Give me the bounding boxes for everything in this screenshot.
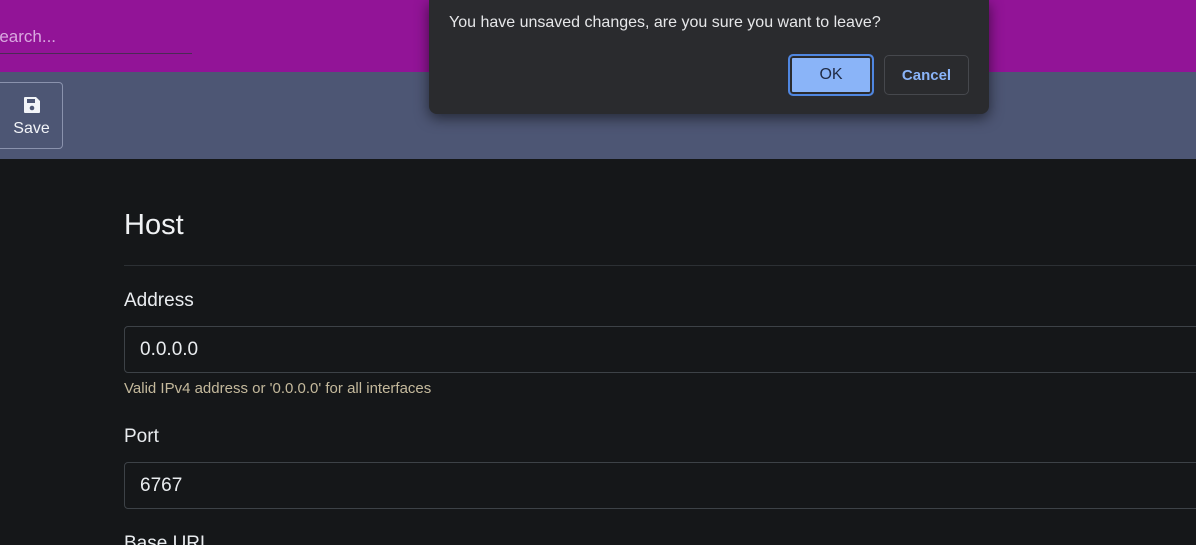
- search-box: [0, 20, 192, 54]
- save-button-label: Save: [13, 119, 50, 137]
- cancel-button[interactable]: Cancel: [884, 55, 969, 95]
- base-url-label: Base URL: [124, 533, 211, 545]
- port-field[interactable]: 6767: [124, 462, 1196, 509]
- ok-button[interactable]: OK: [788, 54, 874, 96]
- unsaved-changes-dialog: You have unsaved changes, are you sure y…: [429, 0, 989, 114]
- address-help-text: Valid IPv4 address or '0.0.0.0' for all …: [124, 380, 432, 397]
- host-settings-section: Host Address 0.0.0.0 Valid IPv4 address …: [124, 159, 1196, 545]
- section-divider: [124, 265, 1196, 266]
- settings-page: Save Host Address 0.0.0.0 Valid IPv4 add…: [0, 0, 1196, 545]
- dialog-message: You have unsaved changes, are you sure y…: [449, 14, 881, 31]
- section-title: Host: [124, 209, 184, 241]
- search-input[interactable]: [0, 20, 192, 53]
- address-field[interactable]: 0.0.0.0: [124, 326, 1196, 373]
- address-label: Address: [124, 290, 194, 311]
- port-label: Port: [124, 426, 159, 447]
- save-button[interactable]: Save: [0, 82, 63, 149]
- floppy-disk-icon: [23, 96, 40, 113]
